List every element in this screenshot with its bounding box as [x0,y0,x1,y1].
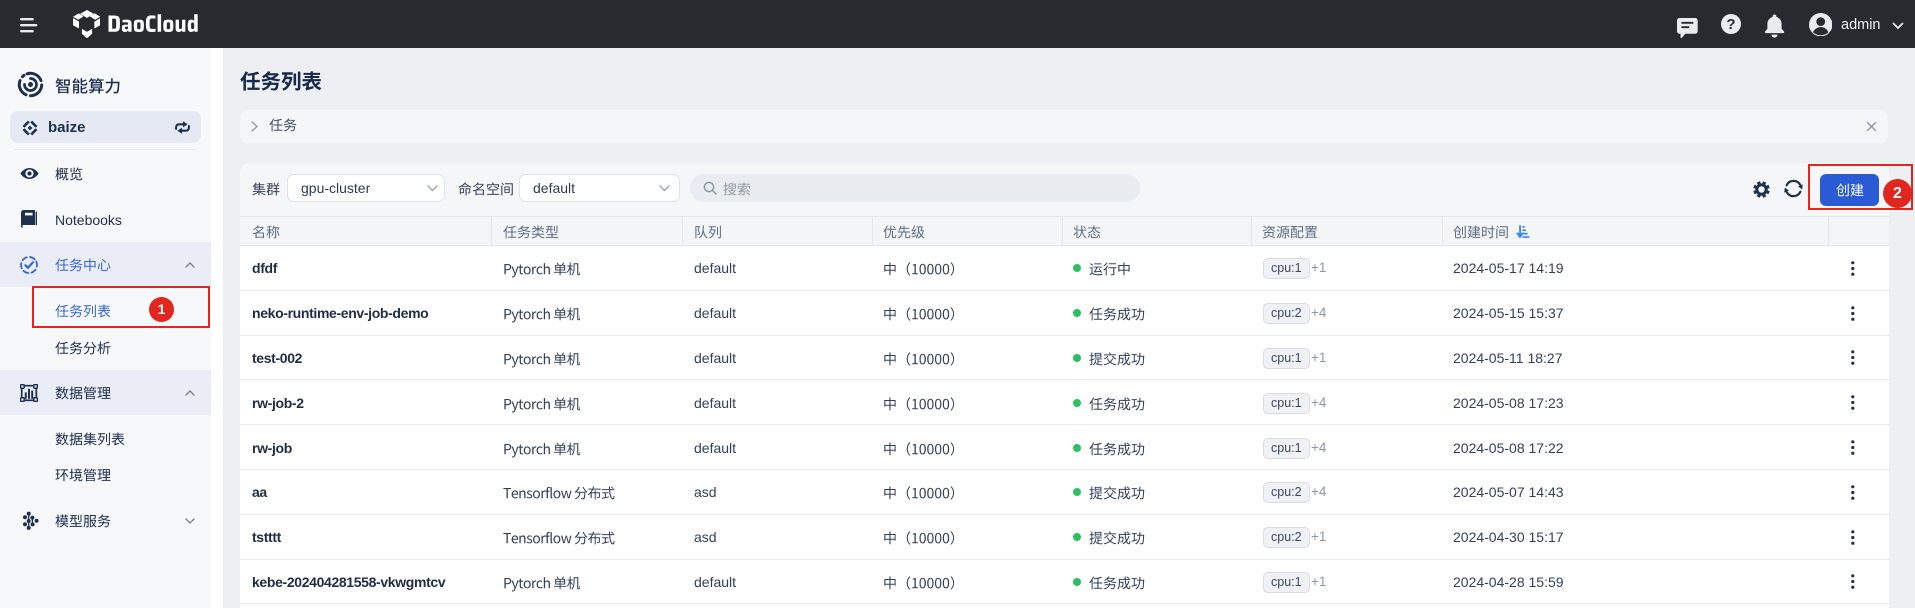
svg-text:?: ? [1726,16,1735,33]
